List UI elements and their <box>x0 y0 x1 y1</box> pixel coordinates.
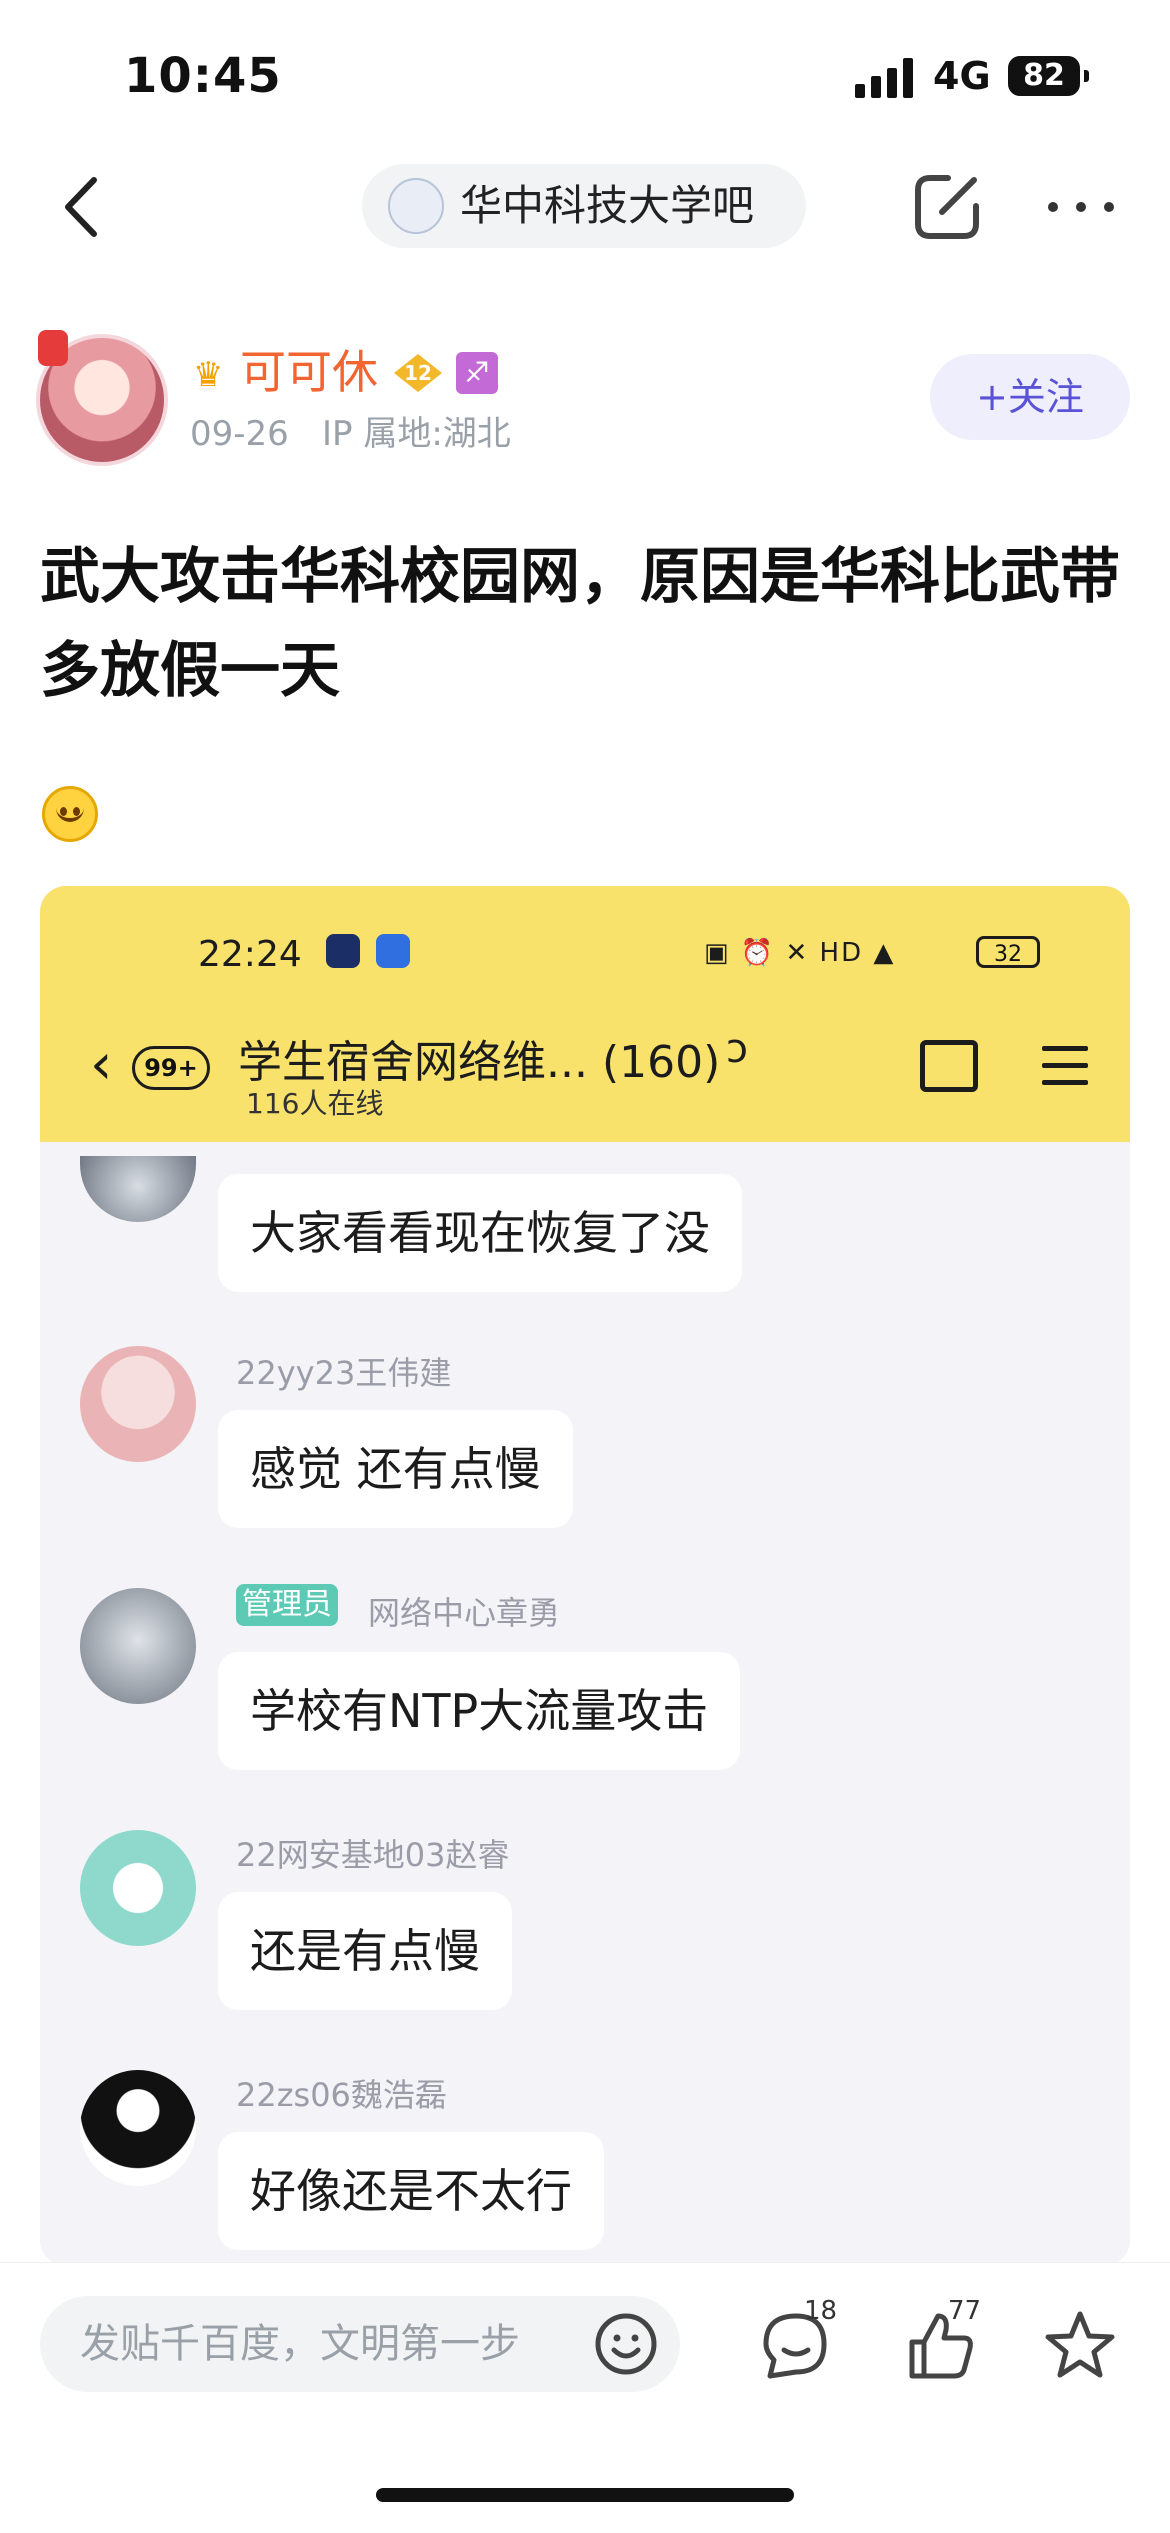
username[interactable]: 可可休 <box>240 344 378 400</box>
status-time: 10:45 <box>124 48 282 104</box>
battery-cap <box>1084 70 1089 82</box>
message-sender: 22zs06魏浩磊 <box>236 2076 447 2114</box>
network-type: 4G <box>933 54 991 98</box>
crown-icon: ♛ <box>193 355 224 395</box>
ip-location: IP 属地:湖北 <box>322 414 511 454</box>
emoji-icon[interactable] <box>594 2312 658 2376</box>
post-date: 09-26 <box>190 414 289 454</box>
zodiac-icon: ♐ <box>456 352 498 394</box>
share-icon[interactable] <box>908 168 986 246</box>
forum-logo <box>388 178 444 234</box>
signal-icon <box>855 58 913 98</box>
back-icon[interactable] <box>56 172 108 242</box>
post-image[interactable]: 22:24 ▣ ⏰ ✕ HD ▲ 32 ‹ 99+ 学生宿舍网络维... (16… <box>40 886 1130 2266</box>
message-avatar <box>80 1830 196 1946</box>
star-icon[interactable] <box>1040 2306 1120 2386</box>
message-avatar <box>80 1156 196 1222</box>
more-icon[interactable] <box>1048 186 1114 226</box>
message-sender: 22yy23王伟建 <box>236 1354 452 1392</box>
status-icons: ▣ ⏰ ✕ HD ▲ <box>704 938 896 968</box>
admin-tag: 管理员 <box>236 1584 338 1626</box>
message-sender: 22网安基地03赵睿 <box>236 1836 510 1874</box>
chat-battery: 32 <box>976 936 1040 968</box>
message-avatar <box>80 1346 196 1462</box>
message-bubble: 感觉 还有点慢 <box>218 1410 573 1528</box>
message-avatar <box>80 1588 196 1704</box>
unread-badge: 99+ <box>132 1046 210 1090</box>
battery-icon: 82 <box>1008 56 1080 96</box>
chat-status-time: 22:24 <box>198 934 302 975</box>
chat-back-icon: ‹ <box>90 1032 113 1097</box>
group-name: 学生宿舍网络维... (160) <box>238 1037 721 1088</box>
app-icon <box>376 934 410 968</box>
message-bubble: 大家看看现在恢复了没 <box>218 1174 742 1292</box>
avatar-decoration <box>38 330 68 366</box>
level-number: 12 <box>404 361 432 385</box>
home-indicator <box>376 2488 794 2502</box>
online-count: 116人在线 <box>246 1087 384 1120</box>
comment-count: 18 <box>804 2296 838 2326</box>
message-sender: 网络中心章勇 <box>368 1594 561 1632</box>
calendar-icon <box>920 1040 978 1092</box>
comment-placeholder: 发贴千百度，文明第一步 <box>80 2321 520 2367</box>
message-bubble: 还是有点慢 <box>218 1892 512 2010</box>
message-bubble: 好像还是不太行 <box>218 2132 604 2250</box>
chat-header <box>40 886 1130 1142</box>
ear-icon: ↄ <box>726 1026 748 1072</box>
menu-icon <box>1042 1046 1088 1086</box>
post-title: 武大攻击华科校园网，原因是华科比武带多放假一天 <box>40 542 1120 706</box>
forum-name: 华中科技大学吧 <box>460 181 755 230</box>
message-avatar <box>80 2070 196 2186</box>
qq-icon <box>326 934 360 968</box>
like-count: 77 <box>948 2296 982 2326</box>
follow-button[interactable]: +关注 <box>930 354 1130 440</box>
message-bubble: 学校有NTP大流量攻击 <box>218 1652 741 1770</box>
